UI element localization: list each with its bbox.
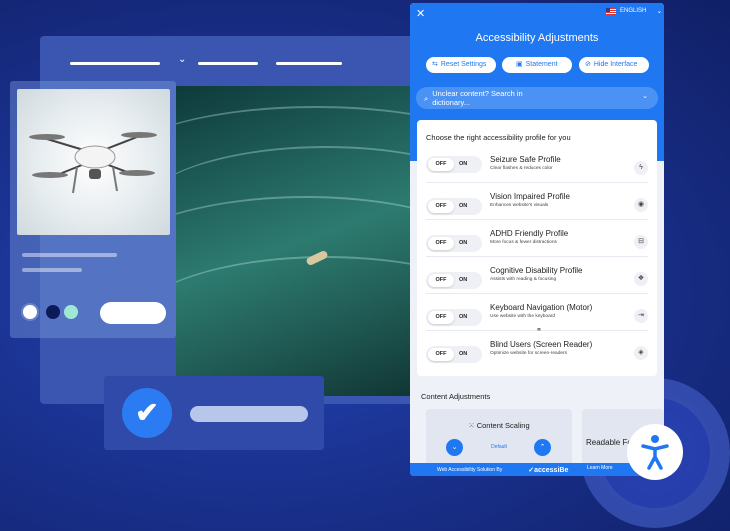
checkmark-icon: ✔ — [122, 388, 172, 438]
chevron-down-icon: ⌄ — [642, 93, 648, 100]
color-swatch-navy[interactable] — [46, 305, 60, 319]
us-flag-icon — [606, 7, 616, 15]
search-placeholder: Unclear content? Search in dictionary... — [432, 89, 523, 107]
add-to-cart-button[interactable] — [100, 302, 166, 324]
footer-text: Web Accessibility Solution By — [437, 466, 503, 473]
toggle-on: ON — [459, 161, 468, 167]
toolbar-line — [198, 62, 258, 65]
chevron-down-icon: ⌄ — [178, 54, 187, 65]
toggle-on: ON — [459, 240, 468, 246]
profiles-title: Choose the right accessibility profile f… — [426, 133, 571, 142]
eye-slash-icon: ⊘ — [585, 61, 591, 68]
bolt-icon: ϟ — [634, 161, 648, 175]
eye-icon: ◉ — [634, 198, 648, 212]
content-adjustments-title: Content Adjustments — [421, 392, 491, 401]
footer-brand: accessiBe — [534, 466, 569, 474]
arrow-icon: ⇥ — [634, 309, 648, 323]
profile-toggle[interactable]: OFF ON — [426, 309, 482, 326]
profile-row-vision-impaired: OFF ON Vision Impaired Profile Enhances … — [426, 188, 648, 220]
text-placeholder-line — [22, 253, 117, 257]
toggle-off: OFF — [428, 158, 454, 171]
ocean-photo — [176, 86, 428, 396]
profile-name: Keyboard Navigation (Motor) — [490, 303, 593, 312]
search-icon: ⌕ — [424, 93, 429, 103]
profile-row-adhd-friendly: OFF ON ADHD Friendly Profile More focus … — [426, 225, 648, 257]
profile-toggle[interactable]: OFF ON — [426, 156, 482, 173]
statement-label: Statement — [525, 61, 558, 68]
toggle-off: OFF — [428, 237, 454, 250]
statement-button[interactable]: ▣ Statement — [502, 57, 572, 73]
toggle-off: OFF — [428, 200, 454, 213]
profile-description: Use website with the keyboard — [490, 314, 556, 319]
chevron-down-icon: ⌄ — [656, 8, 663, 15]
toggle-on: ON — [459, 203, 468, 209]
hide-interface-label: Hide Interface — [593, 61, 638, 68]
toggle-off: OFF — [428, 311, 454, 324]
accessibe-logo[interactable]: ✓accessiBe — [528, 466, 568, 474]
reset-settings-label: Reset Settings — [440, 61, 487, 68]
placeholder-bar — [190, 406, 308, 422]
toggle-on: ON — [459, 351, 468, 357]
profile-toggle[interactable]: OFF ON — [426, 272, 482, 289]
profile-row-blind-users: OFF ON Blind Users (Screen Reader) Optim… — [426, 336, 648, 368]
color-swatch-white[interactable] — [23, 305, 37, 319]
toggle-off: OFF — [428, 274, 454, 287]
profile-name: ADHD Friendly Profile — [490, 229, 569, 238]
document-icon: ▣ — [516, 61, 523, 68]
profile-name: Blind Users (Screen Reader) — [490, 340, 593, 349]
scaling-icon: ⁙ — [468, 421, 477, 430]
profile-description: More focus & fewer distractions — [490, 240, 557, 245]
profile-name: Cognitive Disability Profile — [490, 266, 583, 275]
profile-row-cognitive-disability: OFF ON Cognitive Disability Profile Assi… — [426, 262, 648, 294]
reset-settings-button[interactable]: ⇆ Reset Settings — [426, 57, 496, 73]
close-icon[interactable]: ✕ — [416, 7, 425, 20]
toolbar-line — [276, 62, 342, 65]
profile-toggle[interactable]: OFF ON — [426, 198, 482, 215]
accessibility-panel: ✕ ENGLISH ⌄ Accessibility Adjustments ⇆ … — [410, 3, 664, 476]
language-selector[interactable]: ENGLISH ⌄ — [606, 7, 662, 15]
toolbar-line — [70, 62, 160, 65]
color-swatch-mint[interactable] — [64, 305, 78, 319]
profile-description: Optimize website for screen-readers — [490, 351, 568, 356]
profile-name: Vision Impaired Profile — [490, 192, 570, 201]
panel-title: Accessibility Adjustments — [475, 32, 599, 44]
content-scaling-text: Content Scaling — [476, 421, 530, 430]
link-icon: ⚭ — [536, 327, 542, 334]
browser-toolbar: ⌄ — [40, 36, 420, 86]
reset-icon: ⇆ — [432, 61, 438, 68]
increase-scaling-button[interactable]: ⌃ — [534, 439, 551, 456]
profiles-card: Choose the right accessibility profile f… — [417, 120, 657, 376]
product-card — [10, 81, 176, 338]
panel-footer: Web Accessibility Solution By ✓accessiBe — [410, 463, 664, 476]
learn-more-link[interactable]: Learn More — [587, 465, 613, 471]
wave — [176, 256, 428, 396]
content-scaling-label: ⁙ Content Scaling — [426, 421, 572, 430]
language-label: ENGLISH — [620, 8, 647, 14]
hide-interface-button[interactable]: ⊘ Hide Interface — [579, 57, 649, 73]
accessibility-button[interactable] — [627, 424, 683, 480]
profile-toggle[interactable]: OFF ON — [426, 235, 482, 252]
profile-row-seizure-safe: OFF ON Seizure Safe Profile Clear flashe… — [426, 151, 648, 183]
dictionary-search-input[interactable]: ⌕ Unclear content? Search in dictionary.… — [416, 87, 658, 109]
brain-icon: ❖ — [634, 272, 648, 286]
accessibility-person-icon — [641, 435, 669, 470]
target-icon: ⊟ — [634, 235, 648, 249]
profile-name: Seizure Safe Profile — [490, 155, 561, 164]
toggle-off: OFF — [428, 348, 454, 361]
drone-image — [17, 89, 170, 235]
text-placeholder-line — [22, 268, 82, 272]
audio-icon: ◈ — [634, 346, 648, 360]
toggle-on: ON — [459, 314, 468, 320]
profile-row-keyboard-navigation: OFF ON Keyboard Navigation (Motor) Use w… — [426, 299, 648, 334]
profile-description: Enhances website's visuals — [490, 203, 549, 208]
toggle-on: ON — [459, 277, 468, 283]
profile-description: Assists with reading & focusing — [490, 277, 557, 282]
success-card: ✔ — [104, 376, 324, 450]
profile-description: Clear flashes & reduces color — [490, 166, 553, 171]
profile-toggle[interactable]: OFF ON — [426, 346, 482, 363]
